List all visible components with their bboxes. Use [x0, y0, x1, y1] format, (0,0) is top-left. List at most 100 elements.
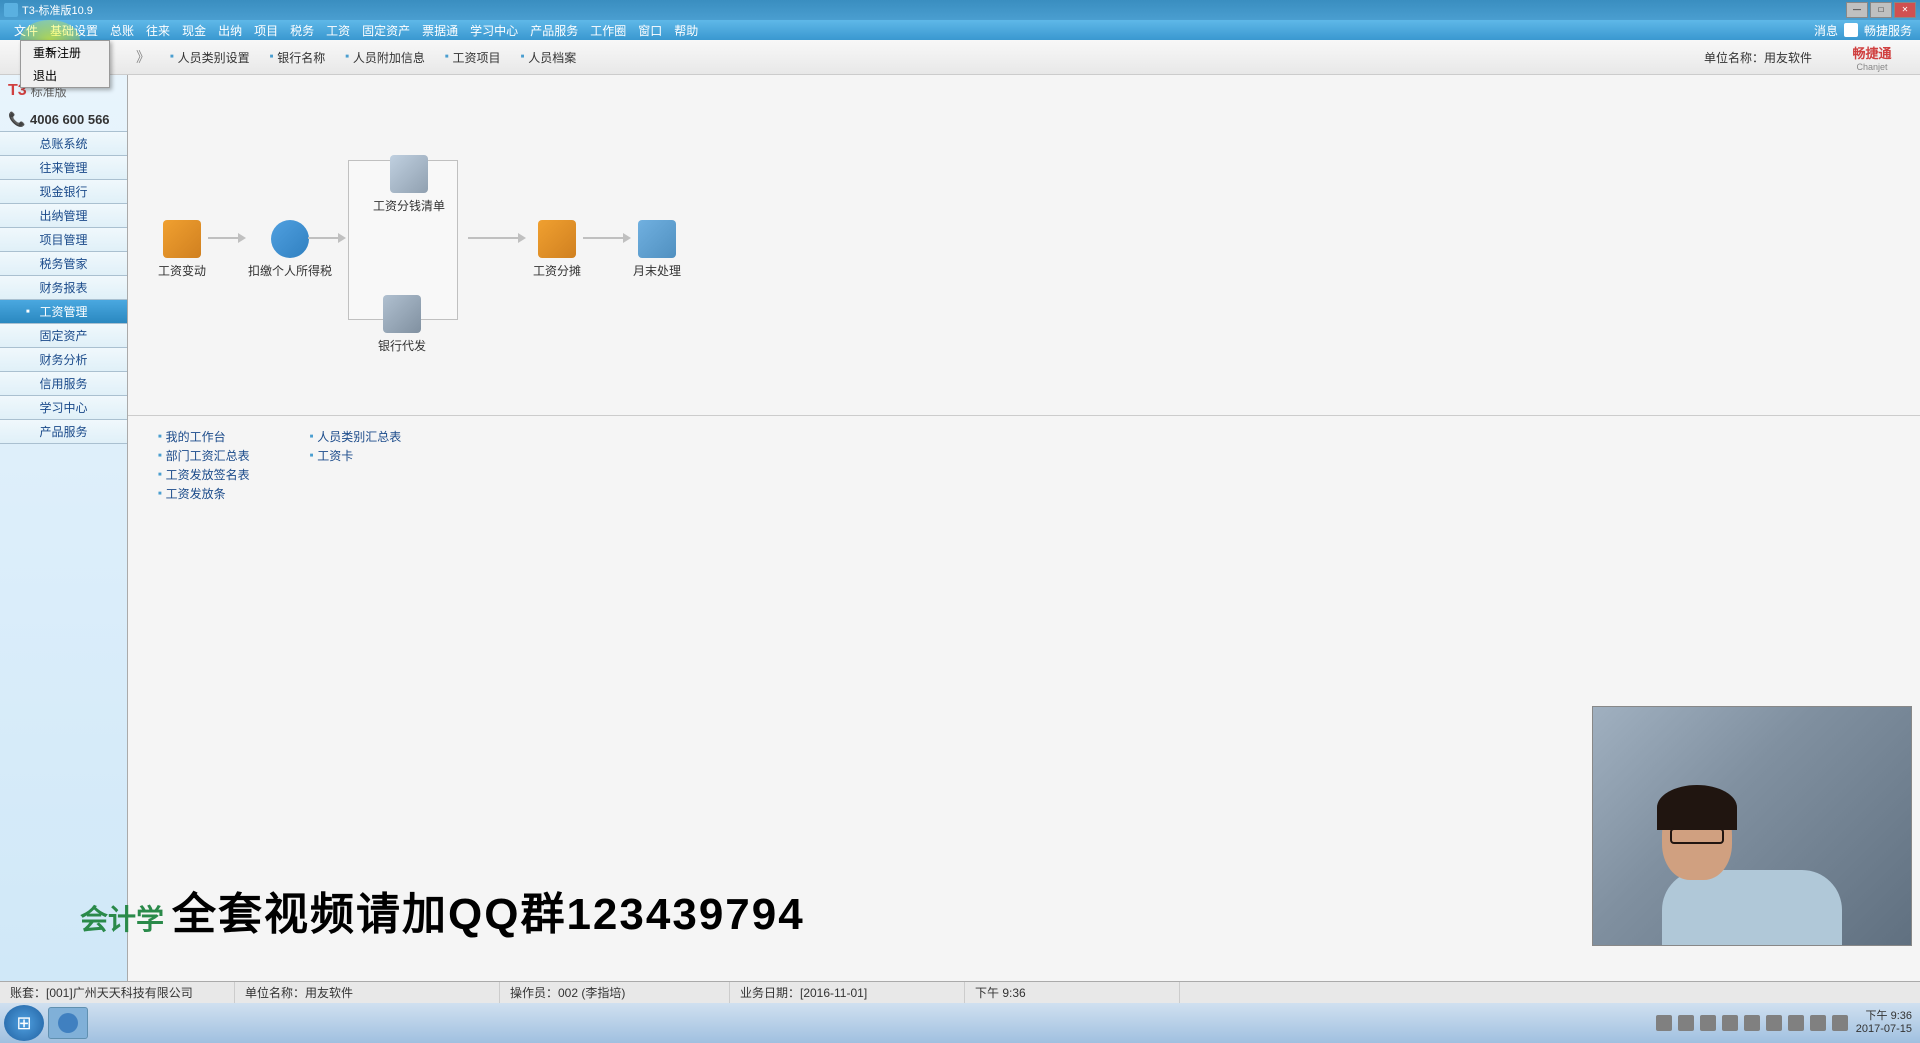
calendar-icon	[638, 220, 676, 258]
bank-icon	[383, 295, 421, 333]
nav-salary[interactable]: 工资管理	[0, 300, 127, 324]
minimize-button[interactable]: —	[1846, 2, 1868, 18]
menu-tax[interactable]: 税务	[284, 22, 320, 39]
link-column-2: 人员类别汇总表 工资卡	[310, 428, 402, 502]
menu-product-service[interactable]: 产品服务	[524, 22, 584, 39]
brand-cn: 畅捷通	[1852, 43, 1891, 62]
menu-fixed-assets[interactable]: 固定资产	[356, 22, 416, 39]
status-bar: 账套：[001]广州天天科技有限公司 单位名称：用友软件 操作员：002 (李指…	[0, 981, 1920, 1003]
link-salary-card[interactable]: 工资卡	[310, 447, 402, 464]
nav-credit-service[interactable]: 信用服务	[0, 372, 127, 396]
nav-product-service[interactable]: 产品服务	[0, 420, 127, 444]
menu-basic-settings[interactable]: 基础设置	[44, 22, 104, 39]
wf-label: 工资分钱清单	[373, 197, 445, 214]
watermark-text: 全套视频请加QQ群123439794	[172, 878, 805, 942]
tray-icon[interactable]	[1744, 1015, 1760, 1031]
nav-fixed-assets[interactable]: 固定资产	[0, 324, 127, 348]
start-button[interactable]: ⊞	[4, 1005, 44, 1041]
menu-bill[interactable]: 票据通	[416, 22, 464, 39]
link-category-summary[interactable]: 人员类别汇总表	[310, 428, 402, 445]
bottom-links: 我的工作台 部门工资汇总表 工资发放签名表 工资发放条 人员类别汇总表 工资卡	[128, 415, 1920, 514]
tray-icon[interactable]	[1788, 1015, 1804, 1031]
status-unit: 单位名称：用友软件	[235, 982, 500, 1003]
tray-icon[interactable]	[1766, 1015, 1782, 1031]
webcam-overlay	[1592, 706, 1912, 946]
menu-file[interactable]: 文件	[8, 22, 44, 39]
tray-icon[interactable]	[1678, 1015, 1694, 1031]
sidebar: T3 标准版 📞 4006 600 566 总账系统 往来管理 现金银行 出纳管…	[0, 75, 128, 981]
link-dept-salary[interactable]: 部门工资汇总表	[158, 447, 250, 464]
workflow-diagram: 工资变动 扣缴个人所得税 工资分钱清单 银行代发	[128, 75, 1920, 415]
wf-salary-allocate[interactable]: 工资分摊	[533, 220, 581, 279]
arrow-icon	[308, 237, 338, 239]
secondary-toolbar: 》 人员类别设置 银行名称 人员附加信息 工资项目 人员档案 单位名称：用友软件…	[0, 40, 1920, 75]
wf-label: 工资分摊	[533, 262, 581, 279]
menu-right: 消息 畅捷服务	[1814, 22, 1912, 39]
nav-cashier[interactable]: 出纳管理	[0, 204, 127, 228]
tab-person-category[interactable]: 人员类别设置	[170, 49, 250, 66]
nav-finance-analysis[interactable]: 财务分析	[0, 348, 127, 372]
menu-window[interactable]: 窗口	[632, 22, 668, 39]
menu-help[interactable]: 帮助	[668, 22, 704, 39]
maximize-button[interactable]: □	[1870, 2, 1892, 18]
expand-icon[interactable]: 》	[136, 47, 150, 67]
taskbar: ⊞ 下午 9:36 2017-07-15	[0, 1003, 1920, 1043]
nav-general-ledger[interactable]: 总账系统	[0, 132, 127, 156]
file-dropdown: 重新注册 退出	[20, 40, 110, 88]
tray-clock[interactable]: 下午 9:36 2017-07-15	[1856, 1010, 1912, 1036]
dropdown-exit[interactable]: 退出	[21, 64, 109, 87]
status-bizdate: 业务日期：[2016-11-01]	[730, 982, 965, 1003]
tab-salary-item[interactable]: 工资项目	[445, 49, 501, 66]
brand-en: Chanjet	[1856, 62, 1887, 72]
wf-salary-change[interactable]: 工资变动	[158, 220, 206, 279]
wf-label: 工资变动	[158, 262, 206, 279]
tab-person-extra[interactable]: 人员附加信息	[345, 49, 425, 66]
wf-month-end[interactable]: 月末处理	[633, 220, 681, 279]
link-salary-sign[interactable]: 工资发放签名表	[158, 466, 250, 483]
menu-workgroup[interactable]: 工作圈	[584, 22, 632, 39]
tray-icon[interactable]	[1656, 1015, 1672, 1031]
nav-finance-report[interactable]: 财务报表	[0, 276, 127, 300]
person-icon	[271, 220, 309, 258]
app-icon	[4, 3, 18, 17]
nav-receivables[interactable]: 往来管理	[0, 156, 127, 180]
phone-row: 📞 4006 600 566	[0, 107, 127, 131]
dropdown-reregister[interactable]: 重新注册	[21, 41, 109, 64]
tray-icon[interactable]	[1832, 1015, 1848, 1031]
tray-icon[interactable]	[1700, 1015, 1716, 1031]
menu-messages[interactable]: 消息	[1814, 22, 1838, 39]
phone-icon: 📞	[8, 111, 24, 127]
wf-label: 银行代发	[378, 337, 426, 354]
link-salary-slip[interactable]: 工资发放条	[158, 485, 250, 502]
nav-tax[interactable]: 税务管家	[0, 252, 127, 276]
nav-learning[interactable]: 学习中心	[0, 396, 127, 420]
nav-project[interactable]: 项目管理	[0, 228, 127, 252]
window-title: T3-标准版10.9	[22, 2, 1846, 18]
tab-person-file[interactable]: 人员档案	[521, 49, 577, 66]
menu-receivables[interactable]: 往来	[140, 22, 176, 39]
tray-icon[interactable]	[1810, 1015, 1826, 1031]
clock-time: 下午 9:36	[1856, 1010, 1912, 1023]
wf-bank-pay[interactable]: 银行代发	[378, 295, 426, 354]
link-my-desk[interactable]: 我的工作台	[158, 428, 250, 445]
menu-project[interactable]: 项目	[248, 22, 284, 39]
window-controls: — □ ✕	[1846, 2, 1916, 18]
service-icon	[1844, 23, 1858, 37]
title-bar: T3-标准版10.9 — □ ✕	[0, 0, 1920, 20]
taskbar-app[interactable]	[48, 1007, 88, 1039]
arrow-icon	[468, 237, 518, 239]
tab-bank-name[interactable]: 银行名称	[270, 49, 326, 66]
wf-salary-cash-list[interactable]: 工资分钱清单	[373, 155, 445, 214]
arrow-icon	[583, 237, 623, 239]
menu-salary[interactable]: 工资	[320, 22, 356, 39]
menu-learning[interactable]: 学习中心	[464, 22, 524, 39]
menu-changjet-service[interactable]: 畅捷服务	[1864, 22, 1912, 39]
menu-general-ledger[interactable]: 总账	[104, 22, 140, 39]
tray-icon[interactable]	[1722, 1015, 1738, 1031]
menu-cash[interactable]: 现金	[176, 22, 212, 39]
wf-tax-deduct[interactable]: 扣缴个人所得税	[248, 220, 332, 279]
wf-label: 月末处理	[633, 262, 681, 279]
close-button[interactable]: ✕	[1894, 2, 1916, 18]
nav-cash-bank[interactable]: 现金银行	[0, 180, 127, 204]
menu-cashier[interactable]: 出纳	[212, 22, 248, 39]
